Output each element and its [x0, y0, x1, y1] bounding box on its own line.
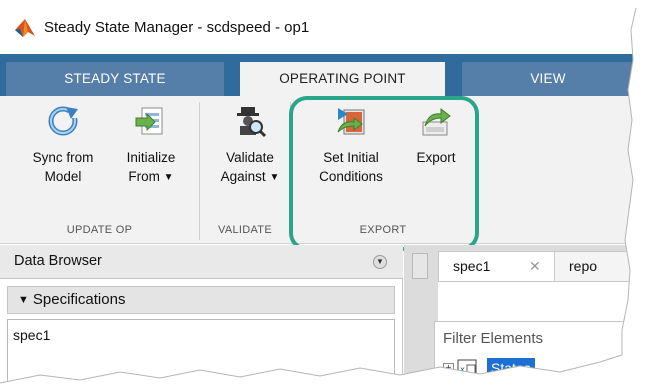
filter-elements-placeholder: Filter Elements — [443, 330, 544, 347]
initialize-label-1: Initialize — [126, 150, 176, 165]
group-divider — [199, 102, 200, 240]
export-group-highlight — [289, 96, 479, 251]
title-bar: Steady State Manager - scdspeed - op1 — [0, 0, 659, 54]
specifications-section-header[interactable]: ▼ Specifications — [7, 286, 395, 314]
list-item-spec1[interactable]: spec1 — [13, 327, 50, 343]
chevron-down-icon: ▼ — [163, 172, 174, 183]
matlab-logo-icon — [15, 19, 35, 37]
group-label-validate: VALIDATE — [218, 224, 272, 236]
doc-tab-spec1[interactable]: spec1 ✕ — [438, 251, 556, 281]
validate-against-button[interactable]: Validate Against ▼ — [203, 104, 297, 187]
specifications-list: spec1 — [7, 319, 395, 387]
sync-icon — [48, 106, 80, 136]
svg-text:x: x — [460, 365, 465, 374]
states-node-icon: x — [457, 359, 477, 378]
tab-view[interactable]: VIEW — [462, 62, 634, 96]
data-browser-title: Data Browser — [14, 253, 102, 269]
data-browser-header: Data Browser ▼ — [0, 245, 403, 279]
tab-steady-state[interactable]: STEADY STATE — [6, 62, 224, 96]
document-area: spec1 ✕ repo Filter Elements + x States — [404, 245, 659, 387]
initialize-from-button[interactable]: Initialize From ▼ — [114, 104, 188, 187]
drag-handle[interactable] — [412, 253, 428, 279]
validate-icon — [237, 107, 267, 138]
chevron-down-icon: ▼ — [269, 172, 280, 183]
close-icon[interactable]: ✕ — [529, 252, 541, 280]
collapse-triangle-icon: ▼ — [18, 294, 29, 306]
expand-icon[interactable]: + — [443, 363, 454, 374]
initialize-icon — [135, 107, 163, 135]
toolstrip-tabs: STEADY STATE OPERATING POINT VIEW — [0, 54, 659, 96]
doc-tab-report[interactable]: repo — [554, 251, 659, 281]
tab-operating-point[interactable]: OPERATING POINT — [240, 62, 445, 96]
sync-label-1: Sync from — [32, 150, 94, 165]
doc-tab-spec1-label: spec1 — [453, 258, 491, 274]
data-browser-panel: Data Browser ▼ ▼ Specifications spec1 — [0, 245, 403, 387]
window-title: Steady State Manager - scdspeed - op1 — [44, 19, 310, 36]
group-label-update-op: UPDATE OP — [66, 224, 133, 236]
steady-state-manager-window: Steady State Manager - scdspeed - op1 ST… — [0, 0, 659, 387]
panel-menu-icon[interactable]: ▼ — [373, 255, 387, 269]
sync-label-2: Model — [44, 169, 82, 184]
filter-elements-box[interactable]: Filter Elements + x States — [434, 321, 659, 387]
specifications-label: ▼ Specifications — [18, 291, 126, 308]
validate-label-2: Against ▼ — [220, 169, 280, 184]
validate-label-1: Validate — [226, 150, 274, 165]
sync-from-model-button[interactable]: Sync from Model — [16, 104, 110, 186]
initialize-label-2: From ▼ — [128, 169, 174, 184]
tree-node-states[interactable]: States — [487, 358, 535, 378]
